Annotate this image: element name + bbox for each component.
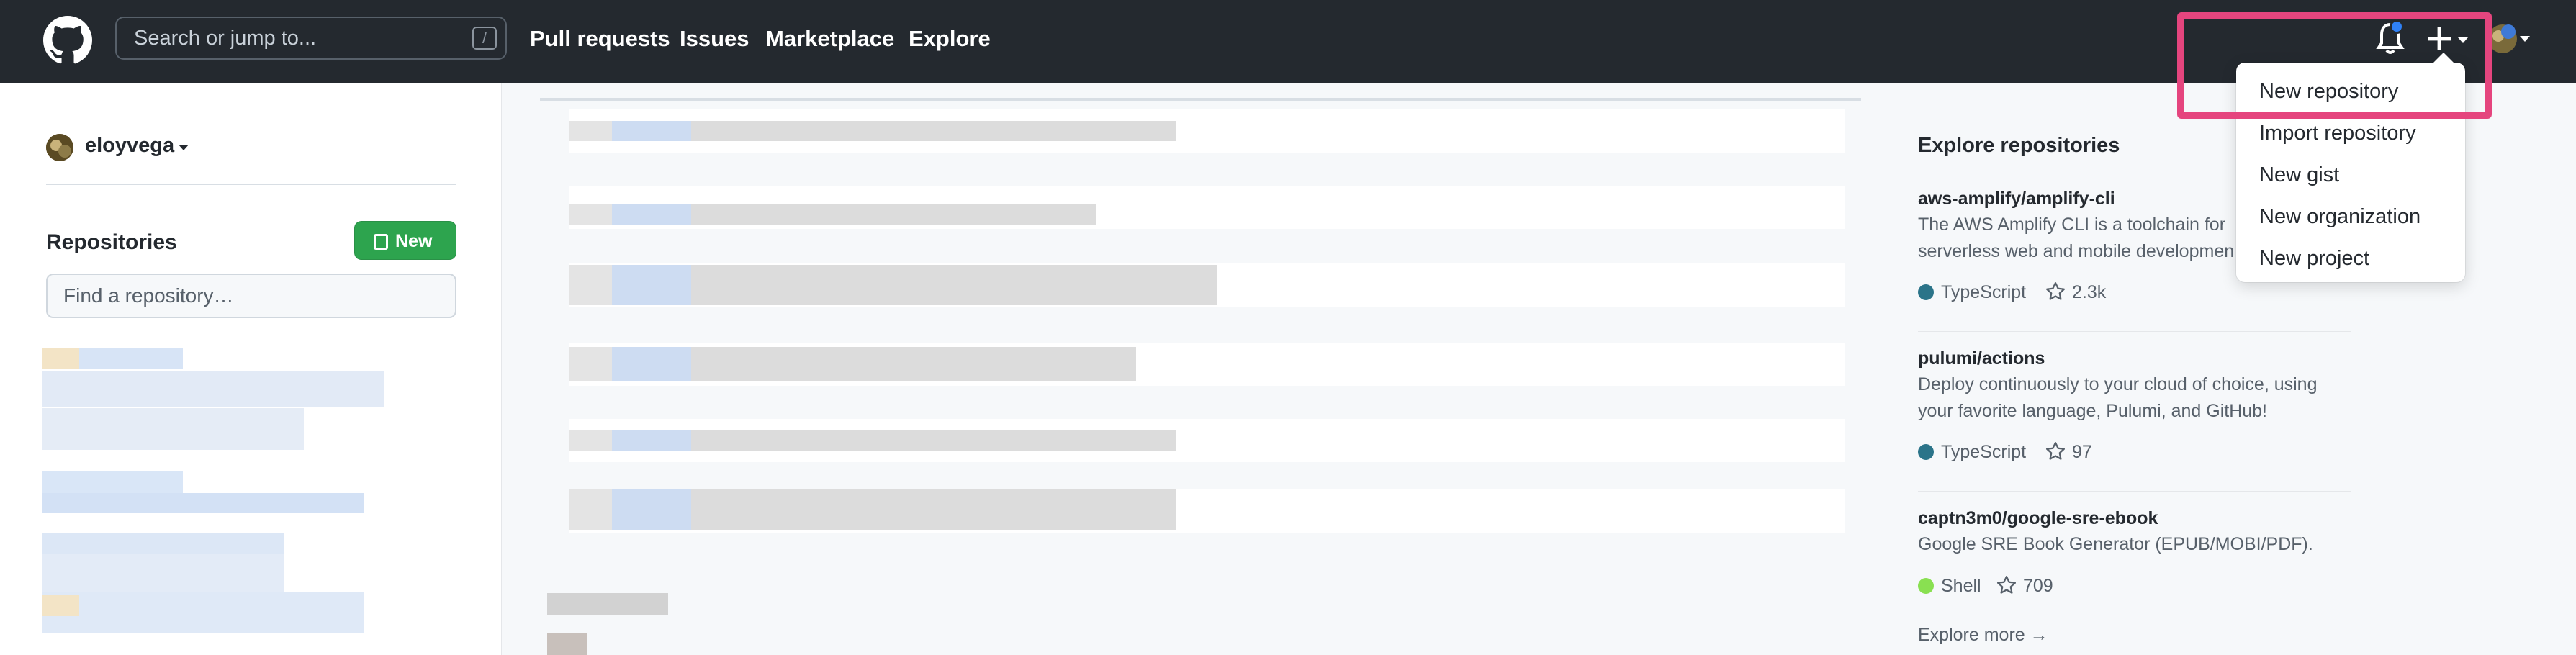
list-item[interactable] <box>42 471 183 493</box>
explore-repo-language: TypeScript <box>1941 442 2027 462</box>
explore-repo-description: The AWS Amplify CLI is a toolchain for s… <box>1918 214 2235 261</box>
feed-item[interactable] <box>569 343 1845 386</box>
star-icon[interactable] <box>1996 574 2017 596</box>
explore-repo-stars[interactable]: 709 <box>2023 576 2053 597</box>
feed-item-text <box>569 265 1217 305</box>
explore-repo-language: TypeScript <box>1941 282 2027 302</box>
list-item[interactable] <box>42 493 364 513</box>
list-item-avatar <box>42 348 79 369</box>
star-icon[interactable] <box>2045 281 2066 302</box>
github-logo-icon[interactable] <box>43 16 92 65</box>
explore-divider <box>1918 331 2351 332</box>
feed-section-heading-blurred <box>547 593 668 615</box>
context-switcher-caret-icon[interactable] <box>179 145 189 150</box>
feed-item[interactable] <box>569 186 1845 229</box>
sidebar-divider <box>46 184 456 185</box>
avatar-image-icon <box>46 134 73 161</box>
list-item-avatar <box>42 595 79 616</box>
feed-item-text <box>569 347 1136 381</box>
explore-divider <box>1918 491 2351 492</box>
search-shortcut-badge: / <box>472 27 497 50</box>
nav-issues[interactable]: Issues <box>680 26 749 52</box>
annotation-highlight-box <box>2177 12 2492 119</box>
star-icon[interactable] <box>2045 441 2066 462</box>
feed-top-border <box>540 98 1861 101</box>
language-color-dot <box>1918 444 1934 460</box>
explore-repo-description: Deploy continuously to your cloud of cho… <box>1918 374 2318 421</box>
activity-feed <box>540 96 1861 543</box>
nav-explore[interactable]: Explore <box>909 26 991 52</box>
new-button-label: New <box>395 231 433 251</box>
list-item[interactable] <box>42 592 364 633</box>
language-color-dot <box>1918 284 1934 300</box>
explore-repo-name[interactable]: aws-amplify/amplify-cli <box>1918 189 2115 209</box>
feed-avatar-blurred <box>547 633 587 655</box>
feed-item-text <box>569 430 1176 451</box>
explore-repo-name[interactable]: pulumi/actions <box>1918 348 2045 369</box>
context-username[interactable]: eloyvega <box>85 134 174 158</box>
explore-more-link[interactable]: Explore more → <box>1918 625 2048 646</box>
feed-item[interactable] <box>569 419 1845 462</box>
feed-item[interactable] <box>569 109 1845 153</box>
new-repository-button[interactable]: New <box>354 221 456 260</box>
list-item[interactable] <box>42 371 384 407</box>
explore-repo-stars[interactable]: 97 <box>2072 442 2092 463</box>
global-search-input[interactable]: Search or jump to... / <box>115 17 507 60</box>
explore-repo-description: Google SRE Book Generator (EPUB/MOBI/PDF… <box>1918 534 2313 554</box>
feed-item-text <box>569 121 1176 141</box>
user-avatar-menu-icon[interactable] <box>2487 20 2530 56</box>
explore-repositories-heading: Explore repositories <box>1918 134 2120 157</box>
repo-book-icon <box>374 234 388 250</box>
menu-item-import-repository[interactable]: Import repository <box>2259 122 2416 145</box>
list-item[interactable] <box>42 554 284 592</box>
context-user-avatar[interactable] <box>46 134 73 161</box>
list-item[interactable] <box>42 408 304 450</box>
explore-repo-stars[interactable]: 2.3k <box>2072 282 2106 303</box>
find-repository-input[interactable]: Find a repository… <box>46 274 456 318</box>
explore-repo-language: Shell <box>1941 576 1981 596</box>
list-item[interactable] <box>42 533 284 554</box>
nav-marketplace[interactable]: Marketplace <box>765 26 894 52</box>
feed-item[interactable] <box>569 489 1845 533</box>
repositories-heading: Repositories <box>46 230 177 254</box>
explore-repo-name[interactable]: captn3m0/google-sre-ebook <box>1918 508 2158 529</box>
menu-item-new-gist[interactable]: New gist <box>2259 163 2339 187</box>
feed-item[interactable] <box>569 263 1845 307</box>
search-placeholder: Search or jump to... <box>134 27 317 50</box>
feed-item-text <box>569 489 1176 530</box>
nav-pull-requests[interactable]: Pull requests <box>530 26 670 52</box>
feed-item-text <box>569 204 1096 225</box>
language-color-dot <box>1918 578 1934 594</box>
